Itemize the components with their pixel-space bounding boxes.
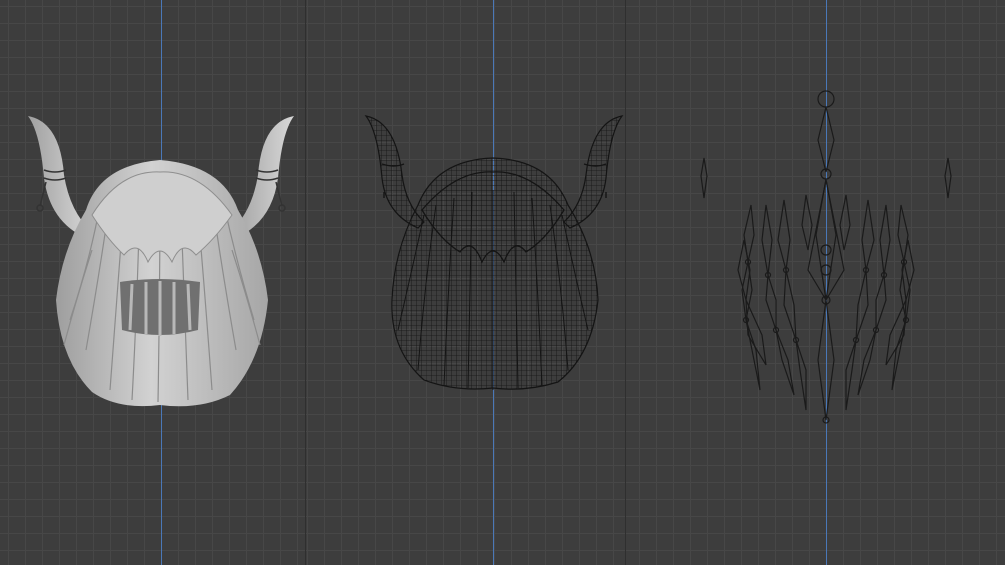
solid-hair-mesh[interactable]	[0, 0, 306, 565]
viewport-armature[interactable]	[626, 0, 1005, 565]
left-strand-bones	[737, 194, 813, 411]
viewport-wireframe[interactable]	[306, 0, 626, 565]
horn-bones	[700, 157, 952, 199]
right-strand-bones	[839, 194, 915, 411]
wireframe-hair-mesh[interactable]	[306, 0, 626, 565]
viewport-solid[interactable]	[0, 0, 306, 565]
editor-stage	[0, 0, 1005, 565]
spine-bones	[807, 90, 845, 424]
right-horn	[563, 115, 624, 229]
hair-armature[interactable]	[626, 0, 1005, 565]
